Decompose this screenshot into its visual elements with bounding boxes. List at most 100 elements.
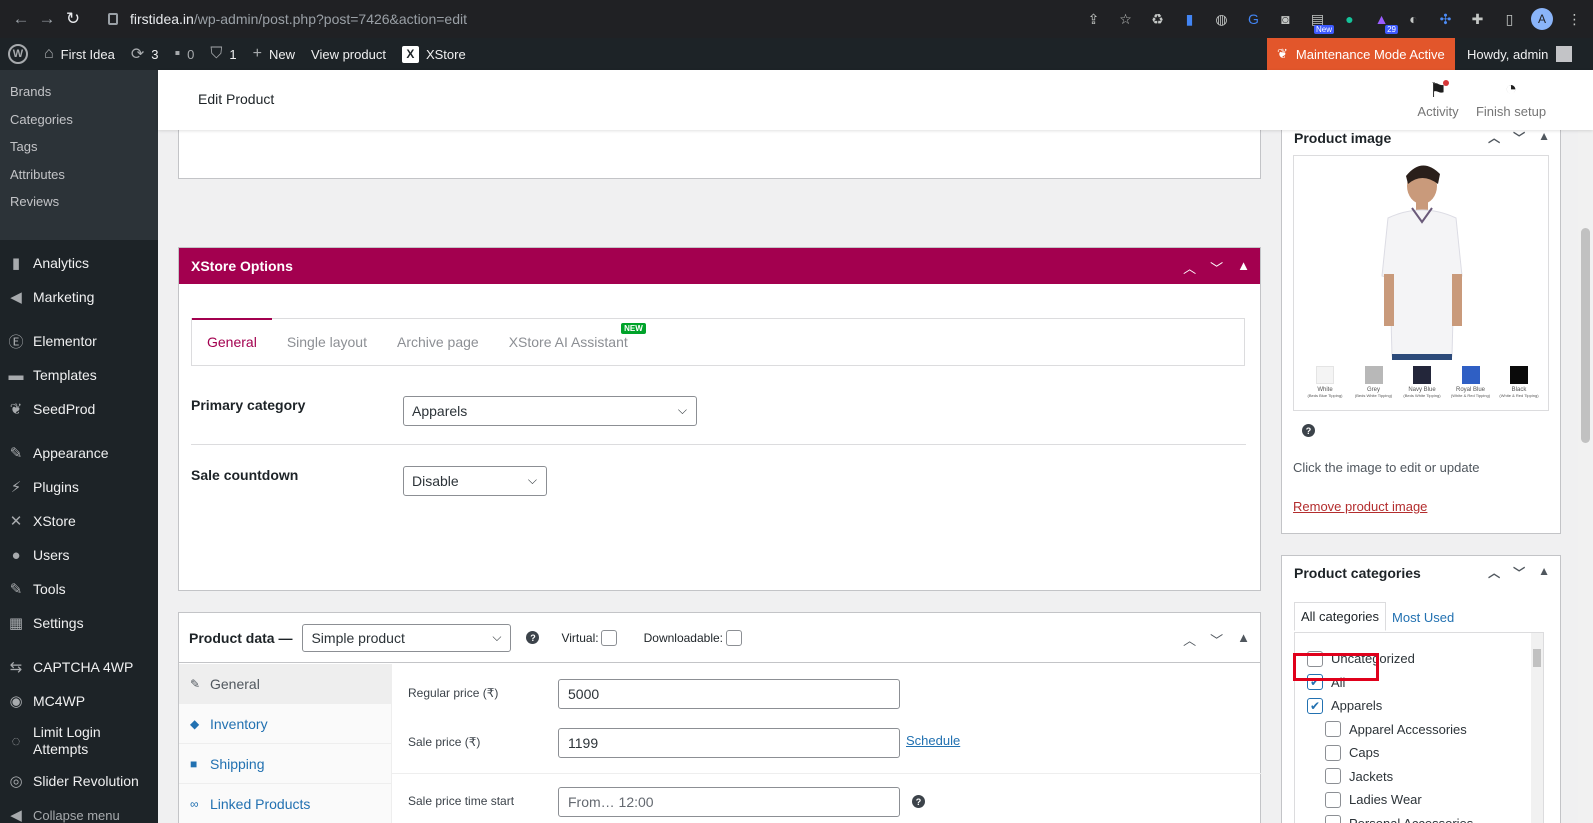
tab-xstore-ai-assistant[interactable]: XStore AI Assistant NEW bbox=[494, 319, 646, 365]
sidebar-item-xstore[interactable]: ✕ XStore bbox=[0, 504, 158, 538]
sidebar-item-captcha-4wp[interactable]: ⇆ CAPTCHA 4WP bbox=[0, 650, 158, 684]
category-item-apparel-accessories[interactable]: Apparel Accessories bbox=[1307, 718, 1543, 742]
category-item-ladies-wear[interactable]: Ladies Wear bbox=[1307, 788, 1543, 812]
regular-price-input[interactable]: 5000 bbox=[558, 679, 900, 709]
sidebar-item-limit-login-attempts[interactable]: ◌ Limit Login Attempts bbox=[0, 718, 158, 764]
sidebar-item-users[interactable]: ● Users bbox=[0, 538, 158, 572]
sidebar-item-slider-revolution[interactable]: ◎ Slider Revolution bbox=[0, 764, 158, 798]
swirl-extension-icon[interactable]: ◐ bbox=[1403, 9, 1424, 30]
pd-tab-linked-products[interactable]: ∞ Linked Products bbox=[179, 784, 391, 823]
toggle-panel-icon[interactable]: ▲ bbox=[1237, 258, 1250, 277]
new-content-link[interactable]: + New bbox=[245, 38, 303, 70]
tab-most-used[interactable]: Most Used bbox=[1386, 604, 1460, 631]
tab-all-categories[interactable]: All categories bbox=[1294, 602, 1387, 631]
remove-image-link[interactable]: Remove product image bbox=[1293, 499, 1427, 514]
site-name-link[interactable]: ⌂ First Idea bbox=[36, 38, 123, 70]
toggle-panel-icon[interactable]: ▲ bbox=[1538, 564, 1550, 581]
globe-extension-icon[interactable]: ◍ bbox=[1211, 9, 1232, 30]
translate-extension-icon[interactable]: G bbox=[1243, 9, 1264, 30]
back-icon[interactable]: ← bbox=[8, 9, 34, 29]
category-scrollbar[interactable] bbox=[1531, 633, 1543, 823]
xstore-menu[interactable]: X XStore bbox=[394, 38, 474, 70]
tab-single-layout[interactable]: Single layout bbox=[272, 319, 382, 365]
submenu-item-attributes[interactable]: Attributes bbox=[0, 161, 158, 189]
move-up-icon[interactable]: ︿ bbox=[1183, 630, 1196, 649]
sidebar-item-templates[interactable]: ▬ Templates bbox=[0, 358, 158, 392]
move-up-icon[interactable]: ︿ bbox=[1488, 129, 1500, 146]
maintenance-mode-badge[interactable]: ❦ Maintenance Mode Active bbox=[1267, 38, 1455, 70]
submenu-item-brands[interactable]: Brands bbox=[0, 78, 158, 106]
submenu-item-tags[interactable]: Tags bbox=[0, 133, 158, 161]
sale-start-input[interactable]: From… 12:00 bbox=[558, 787, 900, 817]
activity-button[interactable]: ⚑ Activity bbox=[1413, 78, 1463, 119]
camera-extension-icon[interactable]: ◙ bbox=[1275, 9, 1296, 30]
sidebar-item-tools[interactable]: ✎ Tools bbox=[0, 572, 158, 606]
category-checkbox[interactable] bbox=[1325, 791, 1341, 808]
address-bar[interactable]: firstidea.in/wp-admin/post.php?post=7426… bbox=[108, 6, 1108, 32]
move-down-icon[interactable]: ﹀ bbox=[1210, 258, 1223, 277]
category-item-apparels[interactable]: ✔ Apparels bbox=[1307, 694, 1543, 718]
category-checkbox[interactable] bbox=[1325, 744, 1341, 761]
account-menu[interactable]: Howdy, admin bbox=[1467, 38, 1573, 70]
pd-tab-shipping[interactable]: ■ Shipping bbox=[179, 744, 391, 784]
move-down-icon[interactable]: ﹀ bbox=[1513, 564, 1525, 581]
finish-setup-button[interactable]: ◔ Finish setup bbox=[1475, 78, 1547, 119]
category-checkbox[interactable]: ✔ bbox=[1307, 697, 1323, 714]
help-icon[interactable]: ? bbox=[526, 631, 540, 644]
sidebar-item-settings[interactable]: ▦ Settings bbox=[0, 606, 158, 640]
pd-tab-inventory[interactable]: ◆ Inventory bbox=[179, 704, 391, 744]
updates-link[interactable]: ⟳ 3 bbox=[123, 38, 167, 70]
tab-archive-page[interactable]: Archive page bbox=[382, 319, 494, 365]
sale-countdown-select[interactable]: Disable ⌵ bbox=[403, 466, 547, 496]
recycle-extension-icon[interactable]: ♻ bbox=[1147, 9, 1168, 30]
product-image[interactable]: White (Beds Blue Tipping) Grey (Beds White … bbox=[1293, 155, 1549, 411]
bookmark-star-icon[interactable]: ☆ bbox=[1115, 9, 1136, 30]
tab-general[interactable]: General bbox=[192, 318, 272, 364]
forward-icon[interactable]: → bbox=[34, 9, 60, 29]
schedule-link[interactable]: Schedule bbox=[906, 733, 960, 748]
security-link[interactable]: ⛉ 1 bbox=[202, 38, 244, 70]
move-up-icon[interactable]: ︿ bbox=[1488, 564, 1500, 581]
sidebar-item-analytics[interactable]: ▮ Analytics bbox=[0, 246, 158, 280]
page-scrollbar-thumb[interactable] bbox=[1581, 228, 1590, 443]
category-checkbox[interactable] bbox=[1325, 815, 1341, 823]
sidebar-item-marketing[interactable]: ◀ Marketing bbox=[0, 280, 158, 314]
submenu-item-categories[interactable]: Categories bbox=[0, 106, 158, 134]
sidebar-item-plugins[interactable]: ⚡ Plugins bbox=[0, 470, 158, 504]
sidebar-item-mc4wp[interactable]: ◉ MC4WP bbox=[0, 684, 158, 718]
sale-price-input[interactable]: 1199 bbox=[558, 728, 900, 758]
comments-link[interactable]: ▪ 0 bbox=[167, 38, 203, 70]
profile-avatar[interactable]: A bbox=[1531, 8, 1553, 30]
view-product-link[interactable]: View product bbox=[303, 38, 394, 70]
category-checkbox[interactable] bbox=[1325, 768, 1341, 785]
category-item-caps[interactable]: Caps bbox=[1307, 741, 1543, 765]
sidebar-item-appearance[interactable]: ✎ Appearance bbox=[0, 436, 158, 470]
document-extension-icon[interactable]: ▮ bbox=[1179, 9, 1200, 30]
sidebar-item-seedprod[interactable]: ❦ SeedProd bbox=[0, 392, 158, 426]
reload-icon[interactable]: ↻ bbox=[60, 9, 86, 29]
sidebar-item-elementor[interactable]: Ⓔ Elementor bbox=[0, 324, 158, 358]
share-icon[interactable]: ⇪ bbox=[1083, 9, 1104, 30]
category-item-personal-accessories[interactable]: Personal Accessories bbox=[1307, 812, 1543, 823]
help-icon[interactable]: ? bbox=[912, 795, 925, 808]
wp-logo-menu[interactable]: W bbox=[0, 38, 36, 70]
toggle-panel-icon[interactable]: ▲ bbox=[1237, 630, 1250, 649]
virtual-checkbox[interactable] bbox=[600, 629, 617, 646]
sidepanel-icon[interactable]: ▯ bbox=[1499, 9, 1520, 30]
category-item-jackets[interactable]: Jackets bbox=[1307, 765, 1543, 789]
move-down-icon[interactable]: ﹀ bbox=[1513, 129, 1525, 146]
move-up-icon[interactable]: ︿ bbox=[1183, 258, 1196, 277]
product-type-select[interactable]: Simple product ⌵ bbox=[302, 623, 512, 652]
submenu-item-reviews[interactable]: Reviews bbox=[0, 188, 158, 216]
move-down-icon[interactable]: ﹀ bbox=[1210, 630, 1223, 649]
news-extension-icon[interactable]: ▤ New bbox=[1307, 9, 1334, 34]
puzzle-extensions-icon[interactable]: ✚ bbox=[1467, 9, 1488, 30]
kebab-menu-icon[interactable]: ⋮ bbox=[1564, 9, 1585, 30]
category-checkbox[interactable] bbox=[1325, 721, 1341, 738]
collapse-menu-button[interactable]: ◀ Collapse menu bbox=[0, 798, 158, 823]
grammarly-extension-icon[interactable]: ● bbox=[1339, 9, 1360, 30]
arrows-extension-icon[interactable]: ✣ bbox=[1435, 9, 1456, 30]
pd-tab-general[interactable]: ✎ General bbox=[179, 664, 391, 704]
graduation-extension-icon[interactable]: ▲ 29 bbox=[1371, 9, 1398, 34]
primary-category-select[interactable]: Apparels ⌵ bbox=[403, 396, 697, 426]
